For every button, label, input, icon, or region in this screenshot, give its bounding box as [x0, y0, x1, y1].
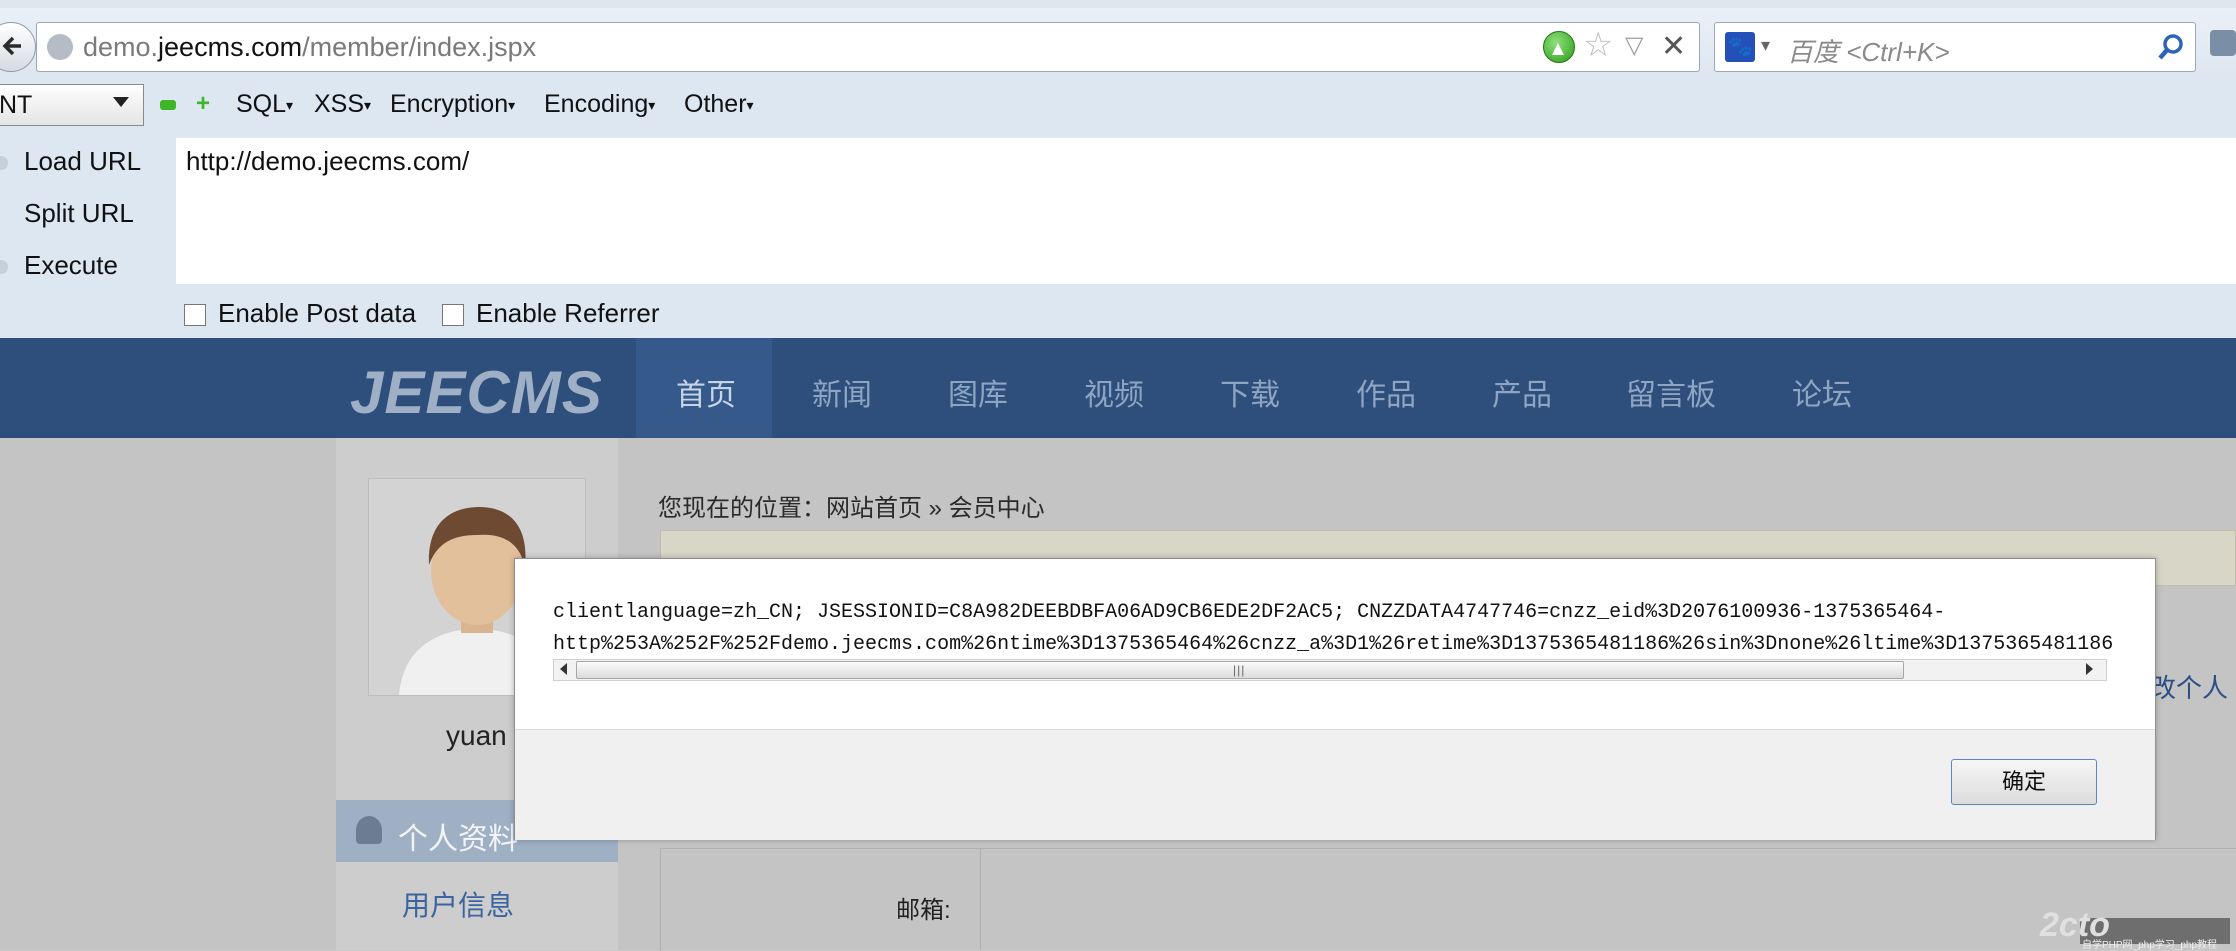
edit-profile-link[interactable]: 改个人 [2150, 668, 2228, 705]
decrease-icon[interactable] [160, 100, 176, 110]
cookie-text-line-2: http%253A%252F%252Fdemo.jeecms.com%26nti… [553, 633, 2114, 656]
addon-icon[interactable] [2210, 30, 2236, 56]
bookmark-star-icon[interactable]: ☆ [1583, 25, 1613, 65]
menu-sql[interactable]: SQL▾ [236, 90, 293, 119]
url-textarea[interactable]: http://demo.jeecms.com/ [176, 138, 2236, 284]
nav-item-home[interactable]: 首页 [676, 370, 736, 414]
horizontal-scrollbar[interactable]: ||| [553, 659, 2107, 681]
username: yuan [446, 720, 507, 751]
site-nav-bar: JEECMS 首页 新闻 图库 视频 下载 作品 产品 留言板 论坛 [0, 338, 2236, 438]
history-dropdown-icon[interactable]: ▽ [1625, 31, 1643, 60]
scroll-thumb[interactable]: ||| [576, 661, 1904, 679]
dropdown-arrow-icon [113, 97, 129, 107]
nav-item-products[interactable]: 产品 [1492, 370, 1552, 414]
menu-encoding[interactable]: Encoding▾ [544, 90, 655, 119]
ok-button[interactable]: 确定 [1951, 759, 2097, 805]
menu-other[interactable]: Other▾ [684, 90, 754, 119]
back-button[interactable] [0, 22, 36, 72]
nav-item-guestbook[interactable]: 留言板 [1626, 370, 1716, 414]
user-info-link[interactable]: 用户信息 [402, 884, 514, 924]
hackbar-panel: NT + SQL▾ XSS▾ Encryption▾ Encoding▾ Oth… [0, 78, 2236, 338]
email-label: 邮箱: [896, 897, 951, 924]
baidu-paw-icon[interactable]: 🐾 [1725, 32, 1755, 62]
engine-dropdown-icon[interactable]: ▾ [1761, 35, 1770, 56]
search-input[interactable]: 百度 <Ctrl+K> [1787, 32, 1950, 69]
search-bar[interactable]: 🐾 ▾ 百度 <Ctrl+K> [1714, 22, 2196, 72]
globe-icon [47, 34, 73, 60]
execute-button[interactable]: Execute [0, 250, 118, 281]
site-logo[interactable]: JEECMS [350, 358, 603, 427]
scroll-grip-icon: ||| [1233, 663, 1246, 677]
go-arrow-icon[interactable] [1543, 31, 1575, 63]
search-icon[interactable] [2155, 31, 2187, 63]
browser-navbar: demo.jeecms.com/member/index.jspx ☆ ▽ ✕ … [0, 8, 2236, 78]
dialog-footer [515, 729, 2155, 840]
enable-referrer-checkbox[interactable]: Enable Referrer [442, 298, 660, 329]
back-arrow-icon [2, 36, 21, 56]
nav-item-download[interactable]: 下载 [1220, 370, 1280, 414]
nav-item-works[interactable]: 作品 [1356, 370, 1416, 414]
nav-item-forum[interactable]: 论坛 [1792, 370, 1852, 414]
hackbar-select[interactable]: NT [0, 84, 144, 126]
table-divider [980, 848, 981, 950]
nav-item-news[interactable]: 新闻 [812, 370, 872, 414]
address-text[interactable]: demo.jeecms.com/member/index.jspx [83, 32, 536, 63]
enable-post-checkbox[interactable]: Enable Post data [184, 298, 416, 329]
load-url-button[interactable]: Load URL [0, 146, 141, 177]
scroll-right-icon[interactable] [2086, 663, 2093, 675]
stop-icon[interactable]: ✕ [1661, 29, 1686, 64]
cookie-text-line-1: clientlanguage=zh_CN; JSESSIONID=C8A982D… [553, 601, 1946, 624]
menu-xss[interactable]: XSS▾ [314, 90, 371, 119]
select-value: NT [0, 91, 33, 119]
split-url-button[interactable]: Split URL [0, 198, 134, 229]
profile-icon [356, 816, 382, 844]
watermark-text: 自学PHP网_php学习_php教程 [2082, 940, 2218, 951]
title-strip [0, 0, 2236, 8]
nav-item-video[interactable]: 视频 [1084, 370, 1144, 414]
increase-icon[interactable]: + [196, 92, 210, 116]
menu-encryption[interactable]: Encryption▾ [390, 90, 515, 119]
address-bar[interactable]: demo.jeecms.com/member/index.jspx ☆ ▽ ✕ [36, 22, 1700, 72]
nav-item-gallery[interactable]: 图库 [948, 370, 1008, 414]
profile-title: 个人资料 [398, 823, 518, 856]
alert-dialog: clientlanguage=zh_CN; JSESSIONID=C8A982D… [514, 558, 2156, 840]
breadcrumb: 您现在的位置：网站首页 » 会员中心 [658, 495, 1045, 522]
scroll-left-icon[interactable] [560, 663, 567, 675]
